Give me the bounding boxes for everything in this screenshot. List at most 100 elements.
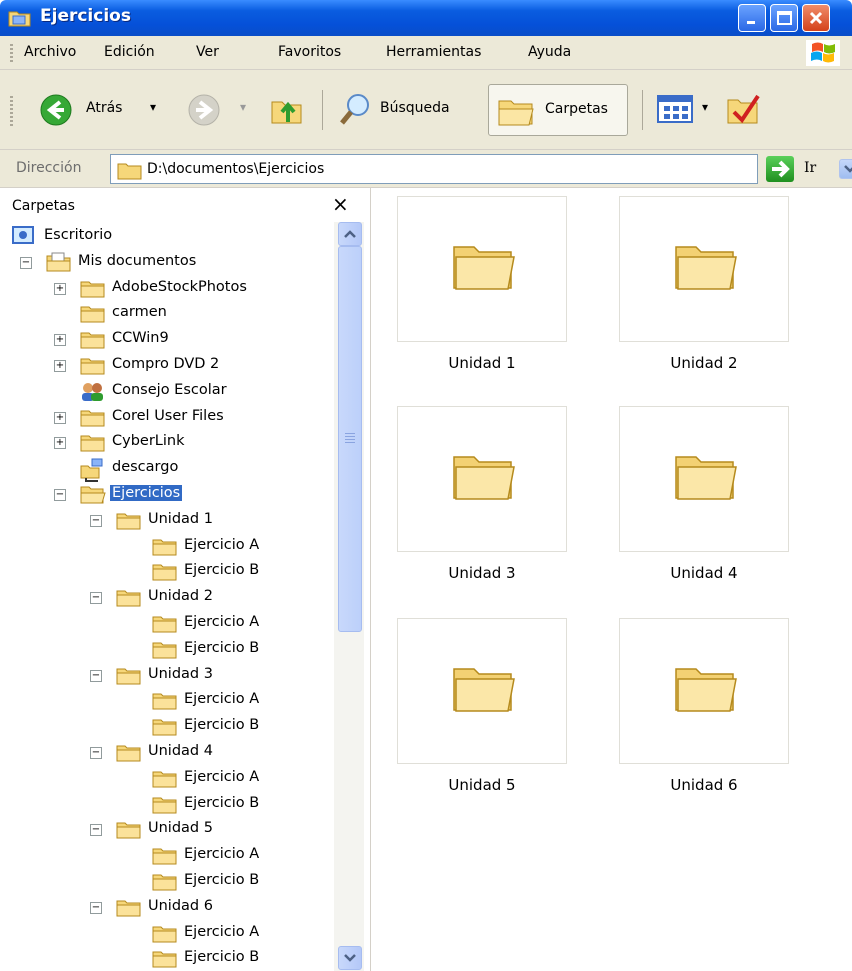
- close-button[interactable]: [802, 4, 830, 32]
- scroll-up-button[interactable]: [338, 222, 362, 246]
- forward-dropdown-icon[interactable]: ▾: [240, 100, 246, 114]
- tree-item[interactable]: descargo: [0, 456, 330, 483]
- tree-item[interactable]: − Unidad 5: [0, 817, 330, 843]
- folder-thumbnail[interactable]: [397, 618, 567, 764]
- back-button[interactable]: Atrás ▾: [36, 90, 176, 130]
- menu-ayuda[interactable]: Ayuda: [528, 44, 571, 60]
- folder-icon: [152, 561, 178, 587]
- menu-favoritos[interactable]: Favoritos: [278, 44, 341, 60]
- tree-item[interactable]: Ejercicio B: [0, 559, 330, 585]
- search-button[interactable]: Búsqueda: [334, 90, 484, 130]
- go-button[interactable]: [766, 156, 794, 182]
- views-button[interactable]: ▾: [656, 92, 720, 128]
- folder-icon: [116, 742, 142, 768]
- back-label: Atrás: [86, 100, 123, 116]
- folder-thumbnail[interactable]: [397, 196, 567, 342]
- tree-item[interactable]: Consejo Escolar: [0, 379, 330, 405]
- folder-thumbnail-label[interactable]: Unidad 3: [397, 564, 567, 582]
- tree-scrollbar[interactable]: [334, 222, 364, 971]
- back-dropdown-icon[interactable]: ▾: [150, 100, 156, 114]
- search-label: Búsqueda: [380, 100, 450, 116]
- tree-item[interactable]: + CCWin9: [0, 327, 330, 353]
- tree-item[interactable]: − Unidad 4: [0, 740, 330, 766]
- tree-item-label: Ejercicio B: [184, 639, 260, 656]
- folder-thumbnail[interactable]: [619, 618, 789, 764]
- menu-archivo[interactable]: Archivo: [24, 44, 76, 60]
- collapse-icon[interactable]: −: [90, 901, 102, 914]
- collapse-icon[interactable]: −: [54, 489, 66, 501]
- tree-item[interactable]: Ejercicio B: [0, 869, 330, 895]
- tree-item[interactable]: − Mis documentos: [0, 250, 330, 276]
- tree-item[interactable]: − Unidad 3: [0, 663, 330, 689]
- toolbar-grip[interactable]: [10, 96, 13, 126]
- menu-edicion[interactable]: Edición: [104, 44, 155, 60]
- folder-options-icon[interactable]: [724, 90, 764, 128]
- tree-item[interactable]: Escritorio: [0, 224, 330, 250]
- scroll-down-button[interactable]: [338, 946, 362, 970]
- go-label[interactable]: Ir: [804, 160, 816, 176]
- expand-icon[interactable]: +: [54, 411, 66, 424]
- scroll-thumb[interactable]: [338, 246, 362, 632]
- menu-herramientas[interactable]: Herramientas: [386, 44, 481, 60]
- expand-icon[interactable]: +: [54, 282, 66, 295]
- up-folder-icon[interactable]: [268, 92, 308, 128]
- tree-item[interactable]: Ejercicio A: [0, 611, 330, 637]
- folder-thumbnail[interactable]: [397, 406, 567, 552]
- tree-item-label: Ejercicio B: [184, 949, 260, 966]
- folder-thumbnail[interactable]: [619, 196, 789, 342]
- expand-icon[interactable]: +: [54, 334, 66, 347]
- users-icon: [80, 381, 106, 407]
- tree-item-label: descargo: [112, 459, 179, 476]
- title-bar[interactable]: Ejercicios: [0, 0, 852, 36]
- folder-thumbnail-label[interactable]: Unidad 5: [397, 776, 567, 794]
- tree-item[interactable]: Ejercicio B: [0, 792, 330, 818]
- collapse-icon[interactable]: −: [90, 514, 102, 527]
- expand-icon[interactable]: +: [54, 360, 66, 372]
- collapse-icon[interactable]: −: [90, 592, 102, 605]
- address-input[interactable]: D:\documentos\Ejercicios: [110, 154, 852, 184]
- tree-item[interactable]: + Compro DVD 2: [0, 353, 330, 379]
- tree-item[interactable]: carmen: [0, 301, 330, 327]
- tree-item[interactable]: Ejercicio B: [0, 637, 330, 663]
- tree-item[interactable]: + Corel User Files: [0, 405, 330, 431]
- collapse-icon[interactable]: −: [90, 824, 102, 837]
- maximize-button[interactable]: [770, 4, 798, 32]
- folder-icon: [453, 246, 515, 290]
- close-pane-icon[interactable]: ×: [332, 192, 349, 216]
- tree-item[interactable]: Ejercicio A: [0, 688, 330, 714]
- folder-thumbnail-label[interactable]: Unidad 2: [619, 354, 789, 372]
- collapse-icon[interactable]: −: [90, 669, 102, 682]
- folder-thumbnail-label[interactable]: Unidad 4: [619, 564, 789, 582]
- menu-grip[interactable]: [10, 44, 13, 62]
- menu-ver[interactable]: Ver: [196, 44, 219, 60]
- tree-item[interactable]: Ejercicio B: [0, 946, 330, 971]
- tree-item-label: CyberLink: [112, 433, 185, 450]
- expand-icon[interactable]: +: [54, 437, 66, 450]
- tree-item-label: Corel User Files: [112, 407, 224, 424]
- tree-item[interactable]: Ejercicio A: [0, 843, 330, 869]
- tree-item[interactable]: Ejercicio A: [0, 921, 330, 947]
- folder-icon: [116, 819, 142, 845]
- tree-item[interactable]: − Unidad 1: [0, 508, 330, 534]
- tree-item[interactable]: − Ejercicios: [0, 482, 330, 508]
- tree-item[interactable]: − Unidad 6: [0, 895, 330, 921]
- forward-button[interactable]: ▾: [184, 90, 264, 130]
- folder-thumbnail[interactable]: [619, 406, 789, 552]
- tree-item[interactable]: Ejercicio A: [0, 766, 330, 792]
- collapse-icon[interactable]: −: [20, 256, 32, 269]
- tree-item[interactable]: Ejercicio A: [0, 534, 330, 560]
- chevron-down-icon: [344, 954, 356, 962]
- folder-thumbnail-label[interactable]: Unidad 6: [619, 776, 789, 794]
- tree-item[interactable]: Ejercicio B: [0, 714, 330, 740]
- address-dropdown-button[interactable]: [839, 159, 852, 179]
- tree-item[interactable]: − Unidad 2: [0, 585, 330, 611]
- folder-thumbnail-label[interactable]: Unidad 1: [397, 354, 567, 372]
- tree-item[interactable]: + CyberLink: [0, 430, 330, 456]
- tree-item[interactable]: + AdobeStockPhotos: [0, 276, 330, 302]
- folders-button[interactable]: Carpetas: [488, 84, 628, 136]
- minimize-button[interactable]: [738, 4, 766, 32]
- collapse-icon[interactable]: −: [90, 747, 102, 759]
- chevron-up-icon: [344, 230, 356, 238]
- tree-item-label: Ejercicio A: [184, 846, 260, 863]
- go-arrow-icon: [772, 160, 790, 178]
